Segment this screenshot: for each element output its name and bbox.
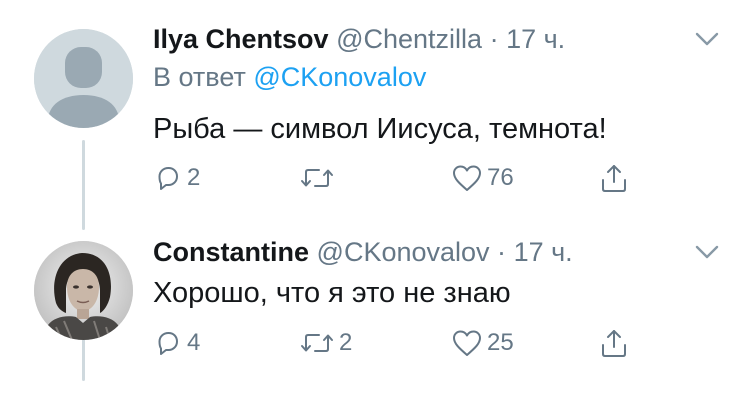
tweet[interactable]: Ilya Chentsov @Chentzilla · 17 ч. В отве… xyxy=(0,0,750,215)
retweet-count: 2 xyxy=(339,329,353,356)
default-profile-icon xyxy=(34,29,133,128)
timestamp[interactable]: 17 ч. xyxy=(514,237,573,267)
chevron-down-icon[interactable] xyxy=(692,27,722,51)
tweet-actions: 2 76 xyxy=(153,161,633,195)
like-count: 25 xyxy=(487,329,514,356)
share-icon xyxy=(602,330,626,357)
tweet-actions: 4 2 25 xyxy=(153,326,633,360)
reply-mention-link[interactable]: @CKonovalov xyxy=(253,62,426,92)
avatar[interactable] xyxy=(34,29,133,128)
user-handle[interactable]: @Chentzilla xyxy=(336,24,482,54)
like-count: 76 xyxy=(487,164,514,191)
timestamp[interactable]: 17 ч. xyxy=(506,24,565,54)
reply-icon xyxy=(158,332,178,355)
reply-context: В ответ @CKonovalov xyxy=(153,60,426,94)
reply-button[interactable]: 2 xyxy=(153,161,200,195)
like-icon xyxy=(453,165,481,191)
reply-count: 4 xyxy=(187,329,201,356)
separator: · xyxy=(489,24,499,54)
tweet[interactable]: Constantine @CKonovalov · 17 ч. Хорошо, … xyxy=(0,215,750,401)
reply-button[interactable]: 4 xyxy=(153,326,200,360)
retweet-icon xyxy=(301,334,333,352)
share-button[interactable] xyxy=(599,326,629,360)
like-icon xyxy=(453,330,481,356)
share-button[interactable] xyxy=(599,161,629,195)
tweet-header: Ilya Chentsov @Chentzilla · 17 ч. xyxy=(153,22,565,56)
display-name[interactable]: Constantine xyxy=(153,237,309,267)
retweet-icon xyxy=(301,169,333,187)
tweet-text: Рыба — символ Иисуса, темнота! xyxy=(153,113,607,145)
share-icon xyxy=(602,165,626,192)
reply-icon xyxy=(158,167,178,190)
display-name[interactable]: Ilya Chentsov xyxy=(153,24,329,54)
like-button[interactable]: 25 xyxy=(451,326,514,360)
like-button[interactable]: 76 xyxy=(451,161,514,195)
profile-photo xyxy=(34,241,133,340)
retweet-button[interactable] xyxy=(299,161,339,195)
reply-prefix: В ответ xyxy=(153,62,246,92)
user-handle[interactable]: @CKonovalov xyxy=(317,237,490,267)
reply-count: 2 xyxy=(187,164,201,191)
retweet-button[interactable]: 2 xyxy=(299,326,352,360)
tweet-text: Хорошо, что я это не знаю xyxy=(153,277,511,309)
tweet-header: Constantine @CKonovalov · 17 ч. xyxy=(153,235,573,269)
separator: · xyxy=(497,237,507,267)
avatar[interactable] xyxy=(34,241,133,340)
chevron-down-icon[interactable] xyxy=(692,240,722,264)
